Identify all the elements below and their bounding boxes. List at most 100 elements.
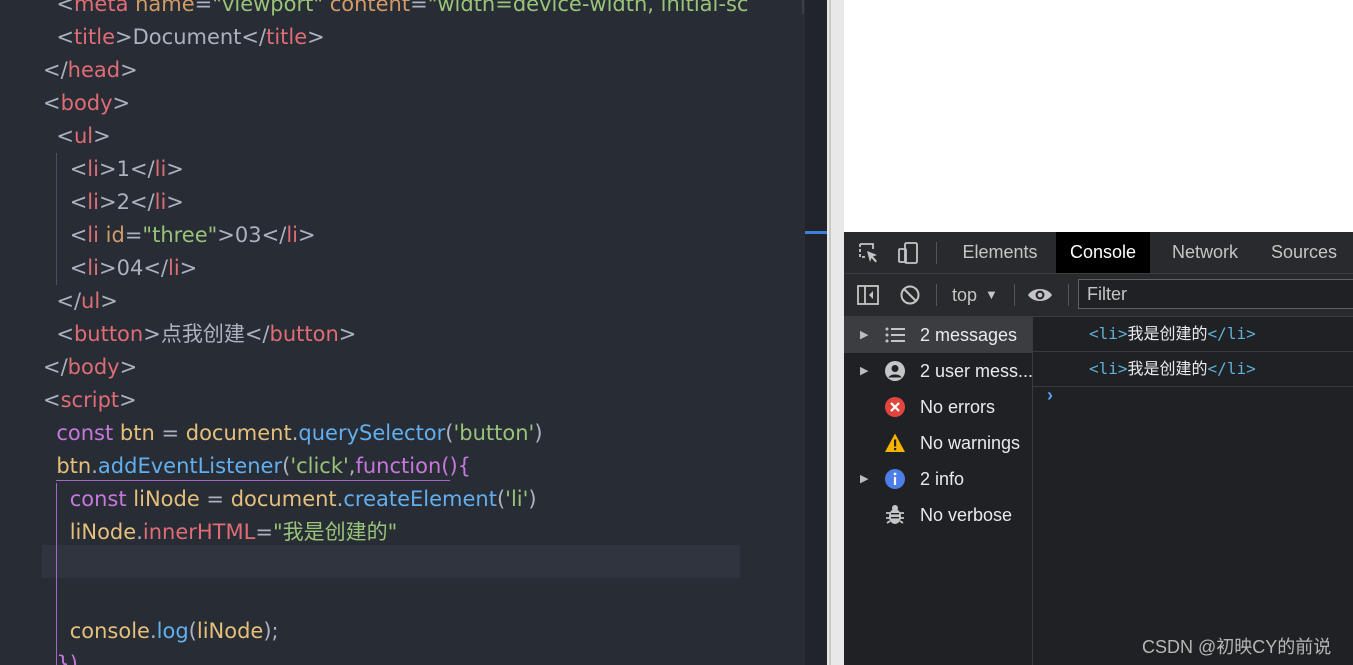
code-editor[interactable]: <meta name="viewport" content="width=dev…	[0, 0, 805, 665]
code-line[interactable]: <li>1</li>	[0, 153, 805, 186]
expand-arrow-icon[interactable]: ▶	[860, 353, 868, 389]
code-line[interactable]: })	[0, 648, 805, 665]
code-token: >	[93, 124, 111, 148]
sidebar-item-verbose[interactable]: No verbose	[844, 497, 1032, 533]
code-token: </	[143, 256, 168, 280]
code-token: ul	[73, 124, 94, 148]
sidebar-item-warnings[interactable]: No warnings	[844, 425, 1032, 461]
code-token: </	[244, 322, 270, 346]
code-token: liNode	[43, 520, 137, 544]
code-token: li	[87, 190, 99, 214]
list-icon	[885, 327, 905, 343]
sidebar-toggle-icon[interactable]	[857, 285, 879, 305]
code-token: <	[43, 157, 88, 181]
code-token: "viewport"	[212, 0, 324, 16]
code-line[interactable]: <body>	[0, 87, 805, 120]
code-token: "three"	[142, 223, 218, 247]
code-line[interactable]: <script>	[0, 384, 805, 417]
code-token: const	[43, 421, 114, 445]
context-selector[interactable]: top ▼	[944, 280, 998, 310]
code-line[interactable]: <li>2</li>	[0, 186, 805, 219]
code-token: Document	[132, 25, 242, 49]
sidebar-item-messages[interactable]: ▶ 2 messages	[844, 317, 1032, 353]
console-sidebar: ▶ 2 messages ▶ 2 user mess... No errors	[844, 317, 1033, 665]
browser-viewport	[844, 0, 1353, 232]
code-token: title	[266, 25, 308, 49]
code-line[interactable]: const liNode = document.createElement('l…	[0, 483, 805, 516]
code-token: <	[43, 256, 88, 280]
editor-scrollbar[interactable]	[805, 0, 827, 665]
filter-input[interactable]	[1078, 279, 1353, 309]
code-line[interactable]: <li>04</li>	[0, 252, 805, 285]
code-line[interactable]: <button>点我创建</button>	[0, 318, 805, 351]
code-token: </	[129, 190, 155, 214]
clear-console-icon[interactable]	[899, 284, 921, 306]
code-token: document	[230, 487, 337, 511]
tab-network[interactable]: Network	[1157, 232, 1253, 273]
code-token: 2	[116, 190, 130, 214]
expand-arrow-icon[interactable]: ▶	[860, 461, 868, 497]
html-close-tag: </li>	[1207, 324, 1256, 343]
code-token: >	[98, 157, 117, 181]
code-token: liNode	[196, 619, 264, 643]
code-token: button	[73, 322, 144, 346]
sidebar-item-label: No errors	[920, 397, 996, 417]
code-token: </	[241, 25, 267, 49]
code-line[interactable]: </ul>	[0, 285, 805, 318]
sidebar-item-label: No warnings	[920, 433, 1021, 453]
code-token: title	[73, 25, 116, 49]
code-line[interactable]: <li id="three">03</li>	[0, 219, 805, 252]
code-token: =	[410, 0, 428, 16]
toolbar-separator	[936, 284, 937, 306]
code-token: =	[154, 421, 186, 445]
code-token: </	[43, 58, 68, 82]
code-token: <	[43, 322, 74, 346]
sidebar-item-user-messages[interactable]: ▶ 2 user mess...	[844, 353, 1033, 389]
code-token: )	[528, 487, 537, 511]
code-line[interactable]: btn.addEventListener('click',function(){	[0, 450, 805, 483]
code-token: <	[43, 0, 74, 16]
code-token: "我是创建的"	[272, 520, 398, 544]
toolbar-separator	[1068, 284, 1069, 306]
console-message[interactable]: <li>我是创建的</li>	[1033, 317, 1353, 352]
console-message[interactable]: <li>我是创建的</li>	[1033, 352, 1353, 387]
tab-elements[interactable]: Elements	[950, 232, 1050, 273]
toolbar-separator	[1014, 284, 1015, 306]
code-token: <	[43, 25, 74, 49]
device-toolbar-icon[interactable]	[896, 241, 920, 265]
console-prompt-icon[interactable]: ›	[1047, 385, 1053, 406]
toolbar-separator	[936, 242, 937, 264]
code-token: </	[129, 157, 155, 181]
code-token: (){	[441, 454, 472, 478]
expand-arrow-icon[interactable]: ▶	[860, 317, 868, 353]
pane-divider-line	[829, 0, 831, 665]
sidebar-item-errors[interactable]: No errors	[844, 389, 1032, 425]
code-line[interactable]	[0, 549, 805, 582]
code-line[interactable]: <title>Document</title>	[0, 21, 805, 54]
code-token: script	[60, 388, 120, 412]
code-token: 'click'	[290, 454, 349, 478]
code-token: </	[261, 223, 287, 247]
tab-sources[interactable]: Sources	[1262, 232, 1346, 273]
code-line[interactable]: liNode.innerHTML="我是创建的"	[0, 516, 805, 549]
code-token: </	[43, 355, 68, 379]
code-line[interactable]: <ul>	[0, 120, 805, 153]
sidebar-item-info[interactable]: ▶ 2 info	[844, 461, 1032, 497]
code-line[interactable]: <meta name="viewport" content="width=dev…	[0, 0, 805, 21]
code-line[interactable]: console.log(liNode);	[0, 615, 805, 648]
code-token: </	[43, 289, 82, 313]
code-token: >	[338, 322, 357, 346]
live-expression-eye-icon[interactable]	[1027, 285, 1053, 305]
sidebar-item-label: 2 info	[920, 469, 965, 489]
code-token: "width=device-width, initial-sc	[427, 0, 749, 16]
code-line[interactable]: </body>	[0, 351, 805, 384]
code-line[interactable]: const btn = document.querySelector('butt…	[0, 417, 805, 450]
code-line[interactable]	[0, 582, 805, 615]
code-token: =	[194, 0, 213, 16]
code-line[interactable]: </head>	[0, 54, 805, 87]
tab-console[interactable]: Console	[1056, 232, 1150, 273]
code-token: >	[297, 223, 316, 247]
inspect-element-icon[interactable]	[857, 241, 881, 265]
code-token: li	[87, 157, 99, 181]
code-token: =	[124, 223, 143, 247]
